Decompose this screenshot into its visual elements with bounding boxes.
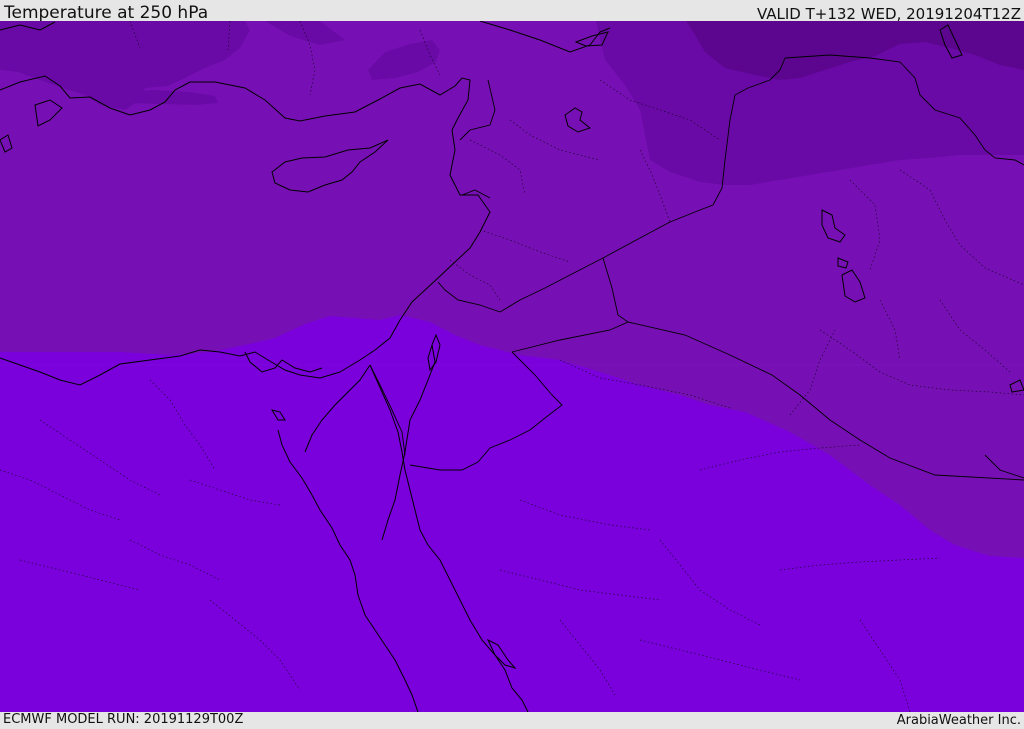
forecast-map-page: Temperature at 250 hPa VALID T+132 WED, … (0, 0, 1024, 729)
header-bar: Temperature at 250 hPa VALID T+132 WED, … (0, 0, 1024, 23)
map-title: Temperature at 250 hPa (4, 3, 209, 23)
map-canvas (0, 21, 1024, 712)
model-run-label: ECMWF MODEL RUN: 20191129T00Z (3, 712, 244, 727)
footer-bar: ECMWF MODEL RUN: 20191129T00Z ArabiaWeat… (0, 712, 1024, 729)
credit-label: ArabiaWeather Inc. (896, 713, 1021, 728)
temperature-map[interactable] (0, 21, 1024, 712)
